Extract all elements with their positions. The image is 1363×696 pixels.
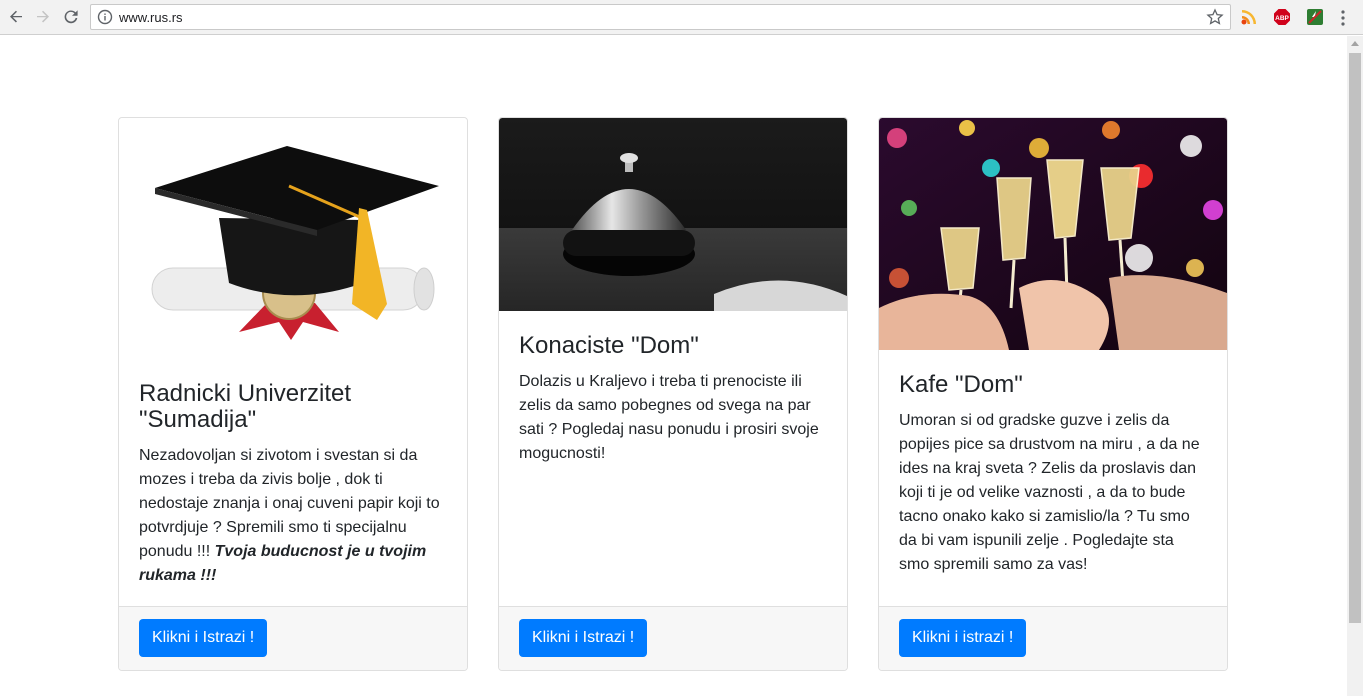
- card-text: Umoran si od gradske guzve i zelis da po…: [899, 412, 1200, 573]
- adblock-extension-icon[interactable]: ABP: [1273, 8, 1291, 26]
- forward-icon[interactable]: [32, 6, 54, 28]
- feed-extension-icon[interactable]: [1240, 8, 1258, 26]
- card-footer: Klikni i Istrazi !: [119, 606, 467, 670]
- explore-button[interactable]: Klikni i istrazi !: [899, 619, 1027, 657]
- card-text: Nezadovoljan si zivotom i svestan si da …: [139, 444, 447, 588]
- card-footer: Klikni i istrazi !: [879, 606, 1227, 670]
- card-text: Dolazis u Kraljevo i treba ti prenociste…: [519, 373, 819, 462]
- scrollbar-thumb[interactable]: [1349, 53, 1361, 623]
- url-text[interactable]: www.rus.rs: [119, 10, 183, 25]
- browser-toolbar: www.rus.rs ABP: [0, 0, 1363, 35]
- card-lodging: Konaciste "Dom" Dolazis u Kraljevo i tre…: [498, 117, 848, 671]
- explore-button[interactable]: Klikni i Istrazi !: [139, 619, 268, 657]
- flash-extension-icon[interactable]: [1306, 8, 1324, 26]
- scroll-up-arrow-icon[interactable]: [1351, 41, 1359, 46]
- card-title: Kafe "Dom": [899, 371, 1023, 398]
- svg-text:ABP: ABP: [1275, 15, 1289, 22]
- page-viewport: Radnicki Univerzitet "Sumadija" Nezadovo…: [0, 36, 1347, 696]
- info-icon[interactable]: [97, 9, 113, 25]
- address-bar[interactable]: www.rus.rs: [90, 4, 1231, 30]
- card-title: Konaciste "Dom": [519, 332, 699, 359]
- champagne-toast-image: [879, 118, 1227, 350]
- graduation-cap-image: [119, 118, 467, 363]
- reload-icon[interactable]: [60, 6, 82, 28]
- browser-menu-icon[interactable]: [1340, 9, 1346, 27]
- card-cafe: Kafe "Dom" Umoran si od gradske guzve i …: [878, 117, 1228, 671]
- explore-button[interactable]: Klikni i Istrazi !: [519, 619, 648, 657]
- service-bell-image: [499, 118, 847, 311]
- card-title: Radnicki Univerzitet "Sumadija": [139, 380, 352, 433]
- back-icon[interactable]: [5, 6, 27, 28]
- card-university: Radnicki Univerzitet "Sumadija" Nezadovo…: [118, 117, 468, 671]
- vertical-scrollbar[interactable]: [1347, 36, 1363, 696]
- bookmark-star-icon[interactable]: [1206, 8, 1224, 26]
- card-footer: Klikni i Istrazi !: [499, 606, 847, 670]
